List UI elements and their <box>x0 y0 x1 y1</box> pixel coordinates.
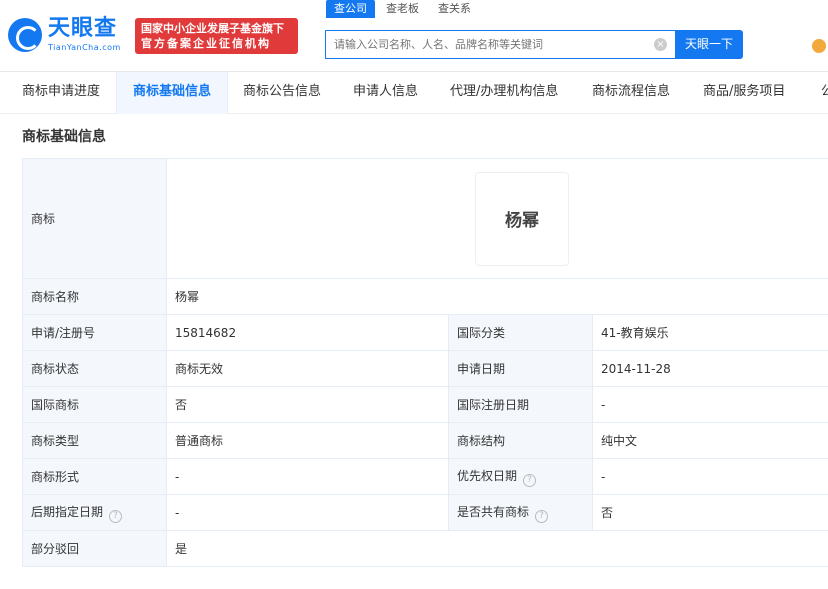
tab-goods-services[interactable]: 商品/服务项目 <box>703 72 785 114</box>
official-badge: 国家中小企业发展子基金旗下 官方备案企业征信机构 <box>135 18 298 54</box>
table-row: 部分驳回 是 <box>22 530 828 567</box>
later-date-cell: 后期指定日期? <box>22 494 167 531</box>
logo-domain: TianYanCha.com <box>48 43 121 52</box>
apply-date-value: 2014-11-28 <box>592 350 828 387</box>
partial-reject-value: 是 <box>166 530 828 567</box>
status-label: 商标状态 <box>22 350 167 387</box>
name-value: 杨幂 <box>166 278 828 315</box>
tab-agency[interactable]: 代理/办理机构信息 <box>450 72 558 114</box>
tab-basic-info[interactable]: 商标基础信息 <box>116 72 229 114</box>
search-button[interactable]: 天眼一下 <box>675 30 743 59</box>
section-title: 商标基础信息 <box>22 129 106 145</box>
structure-label: 商标结构 <box>448 422 593 459</box>
tab-announcement[interactable]: 商标公告信息 <box>243 72 321 114</box>
help-icon[interactable]: ? <box>109 509 123 523</box>
help-icon[interactable]: ? <box>535 509 549 523</box>
search-box: × <box>325 30 675 59</box>
priority-date-cell: 优先权日期? <box>448 458 593 495</box>
search-tab-boss[interactable]: 查老板 <box>386 0 419 18</box>
intl-class-label: 国际分类 <box>448 314 593 351</box>
tab-more[interactable]: 公 <box>821 72 828 114</box>
reg-no-value: 15814682 <box>166 314 449 351</box>
table-row: 商标状态 商标无效 申请日期 2014-11-28 <box>22 350 828 387</box>
search-input[interactable] <box>326 31 646 58</box>
table-row: 国际商标 否 国际注册日期 - <box>22 386 828 423</box>
search-tab-company[interactable]: 查公司 <box>326 0 375 18</box>
badge-line-1: 国家中小企业发展子基金旗下 <box>141 22 284 35</box>
intl-tm-label: 国际商标 <box>22 386 167 423</box>
intl-reg-date-value: - <box>592 386 828 423</box>
structure-value: 纯中文 <box>592 422 828 459</box>
table-row: 后期指定日期? - 是否共有商标? 否 <box>22 494 828 531</box>
intl-reg-date-label: 国际注册日期 <box>448 386 593 423</box>
tab-process[interactable]: 商标流程信息 <box>592 72 670 114</box>
shared-value: 否 <box>592 494 828 531</box>
shared-cell: 是否共有商标? <box>448 494 593 531</box>
table-row: 商标 杨幂 <box>22 158 828 279</box>
form-label: 商标形式 <box>22 458 167 495</box>
type-value: 普通商标 <box>166 422 449 459</box>
clear-icon[interactable]: × <box>654 38 667 51</box>
type-label: 商标类型 <box>22 422 167 459</box>
tab-apply-progress[interactable]: 商标申请进度 <box>22 72 100 114</box>
trademark-image-cell: 杨幂 <box>166 158 828 279</box>
form-value: - <box>166 458 449 495</box>
table-row: 商标名称 杨幂 <box>22 278 828 315</box>
table-row: 商标形式 - 优先权日期? - <box>22 458 828 495</box>
logo-text: 天眼查 <box>48 16 118 41</box>
later-date-value: - <box>166 494 449 531</box>
search-tab-relation[interactable]: 查关系 <box>438 0 471 18</box>
status-value: 商标无效 <box>166 350 449 387</box>
site-logo[interactable]: 天眼查 TianYanCha.com <box>8 16 128 56</box>
trademark-label: 商标 <box>22 158 167 279</box>
trademark-info-table: 商标 杨幂 商标名称 杨幂 申请/注册号 15814682 国际分类 41-教育… <box>22 158 828 567</box>
help-icon[interactable]: ? <box>523 473 537 487</box>
apply-date-label: 申请日期 <box>448 350 593 387</box>
trademark-image-text: 杨幂 <box>505 211 539 231</box>
reg-no-label: 申请/注册号 <box>22 314 167 351</box>
tab-applicant[interactable]: 申请人信息 <box>353 72 418 114</box>
priority-date-label: 优先权日期 <box>457 468 518 483</box>
partial-reject-label: 部分驳回 <box>22 530 167 567</box>
trademark-tabs: 商标申请进度 商标基础信息 商标公告信息 申请人信息 代理/办理机构信息 商标流… <box>0 72 828 114</box>
shared-label: 是否共有商标 <box>457 504 530 519</box>
table-row: 商标类型 普通商标 商标结构 纯中文 <box>22 422 828 459</box>
coin-icon[interactable] <box>812 39 826 53</box>
later-date-label: 后期指定日期 <box>31 504 104 519</box>
intl-tm-value: 否 <box>166 386 449 423</box>
top-header: 天眼查 TianYanCha.com 国家中小企业发展子基金旗下 官方备案企业征… <box>0 0 828 72</box>
trademark-image[interactable]: 杨幂 <box>475 171 569 266</box>
badge-line-2: 官方备案企业征信机构 <box>141 37 271 50</box>
logo-eye-icon <box>8 18 42 52</box>
intl-class-value: 41-教育娱乐 <box>592 314 828 351</box>
name-label: 商标名称 <box>22 278 167 315</box>
table-row: 申请/注册号 15814682 国际分类 41-教育娱乐 <box>22 314 828 351</box>
priority-date-value: - <box>592 458 828 495</box>
